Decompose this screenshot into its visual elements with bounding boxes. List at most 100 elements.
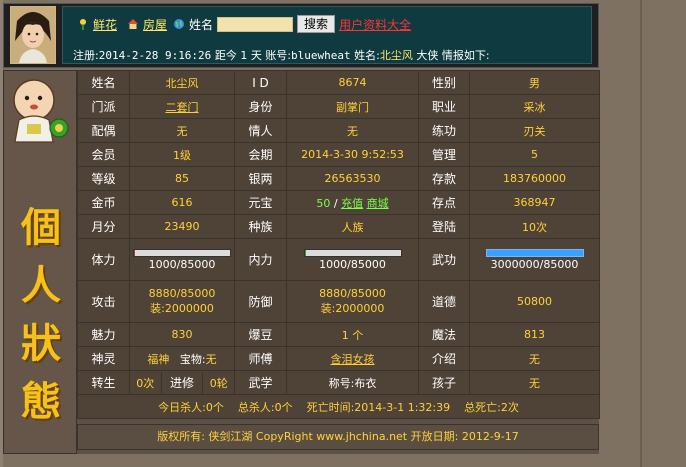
spirit-value: 福神 (147, 352, 170, 366)
search-button[interactable]: 搜索 (297, 15, 336, 33)
attack-equip: 装:2000000 (150, 302, 214, 315)
title-label: 称号: (328, 376, 355, 390)
recharge-link[interactable]: 充值 (341, 197, 363, 210)
defense-equip: 装:2000000 (320, 302, 385, 315)
total-death-label: 总死亡: (464, 400, 501, 414)
training-value: 刃关 (469, 118, 600, 143)
morality-value: 50800 (469, 280, 600, 323)
table-row: 神灵 福神 宝物:无 师傅 含泪女孩 介绍 无 (77, 346, 600, 371)
morality-label: 道德 (418, 280, 470, 323)
magic-value: 813 (469, 322, 600, 347)
rebirth-cell: 0次 进修 0轮 (129, 370, 235, 395)
treasure-label: 宝物: (179, 352, 206, 366)
table-row: 魅力 830 爆豆 1 个 魔法 813 (77, 322, 600, 347)
status-name: 北尘风 (379, 49, 413, 62)
death-time-value: 2014-3-1 1:32:39 (354, 400, 451, 414)
user-avatar (10, 6, 56, 64)
title-value: 布衣 (354, 376, 377, 390)
title-char-2: 人 (21, 262, 61, 309)
since-unit: 天 (250, 49, 262, 62)
table-row: 攻击 8880/85000 装:2000000 防御 8880/85000 装:… (77, 280, 600, 323)
mp-value: 1000/85000 (319, 257, 386, 271)
attack-base: 8880/85000 (148, 287, 216, 300)
martial-bar (485, 248, 584, 257)
defense-base: 8880/85000 (319, 287, 386, 300)
table-row: 会员 1级 会期 2014-3-30 9:52:53 管理 5 (77, 142, 600, 167)
mp-label: 内力 (234, 238, 287, 281)
name-label: 姓名 (77, 70, 130, 95)
monthly-value: 23490 (129, 214, 235, 239)
title-char-3: 狀 (21, 320, 61, 367)
level-value: 85 (129, 166, 235, 191)
table-row: 月分 23490 种族 人族 登陆 10次 (77, 214, 600, 239)
defense-label: 防御 (234, 280, 287, 323)
hp-cell: 1000/85000 (129, 238, 235, 281)
lover-label: 情人 (234, 118, 287, 143)
charm-value: 830 (129, 322, 235, 347)
profile-panel: 個 人 狀 態 姓名 北尘风 I D 8674 性别 男 门派 二套门 身份 副… (3, 70, 600, 454)
burst-value: 1 个 (286, 322, 419, 347)
globe-icon (173, 18, 185, 30)
table-row: 等级 85 银两 26563530 存款 183760000 (77, 166, 600, 191)
total-kill-value: 0个 (274, 400, 293, 414)
rebirth-label: 转生 (77, 370, 130, 395)
account-label: 账号: (265, 49, 292, 62)
registration-status: 注册:2014-2-28 9:16:26 距今 1 天 账号:bluewheat… (73, 47, 490, 63)
name-search-label: 姓名 (189, 17, 214, 32)
today-kill-label: 今日杀人: (158, 400, 206, 414)
kill-summary: 今日杀人:0个 总杀人:0个 死亡时间:2014-3-1 1:32:39 总死亡… (77, 394, 600, 419)
status-info-tail: 情报如下: (441, 49, 490, 62)
intro-value: 无 (469, 346, 600, 371)
martial-study-label: 武学 (234, 370, 287, 395)
mp-bar (303, 248, 402, 257)
flower-link[interactable]: 鲜花 (93, 16, 117, 33)
house-icon (127, 18, 139, 30)
yuanbao-label: 元宝 (234, 190, 287, 215)
title-char-1: 個 (21, 204, 61, 251)
name-search-input[interactable] (217, 16, 294, 32)
profile-table: 姓名 北尘风 I D 8674 性别 男 门派 二套门 身份 副掌门 职业 采冰… (77, 70, 600, 419)
table-row: 配偶 无 情人 无 练功 刃关 (77, 118, 600, 143)
member-value: 1级 (129, 142, 235, 167)
rebirth-subtable: 0次 进修 0轮 (130, 371, 234, 394)
shop-link[interactable]: 商城 (367, 197, 389, 210)
house-link[interactable]: 房屋 (143, 16, 167, 33)
death-time-label: 死亡时间: (306, 400, 355, 414)
training-label: 练功 (418, 118, 470, 143)
title-cell: 称号:布衣 (286, 370, 419, 395)
spirit-cell: 福神 宝物:无 (129, 346, 235, 371)
mp-cell: 1000/85000 (286, 238, 419, 281)
child-label: 孩子 (418, 370, 470, 395)
total-death-value: 2次 (500, 400, 519, 414)
master-label: 师傅 (234, 346, 287, 371)
right-background (606, 0, 686, 467)
gender-value: 男 (469, 70, 600, 95)
login-label: 登陆 (418, 214, 470, 239)
master-link[interactable]: 含泪女孩 (331, 353, 375, 366)
martial-label: 武功 (418, 238, 470, 281)
rank-label: 身份 (234, 94, 287, 119)
since-days: 1 (240, 49, 248, 62)
name-value: 北尘风 (129, 70, 235, 95)
lover-value: 无 (286, 118, 419, 143)
attack-cell: 8880/85000 装:2000000 (129, 280, 235, 323)
job-value: 采冰 (469, 94, 600, 119)
id-value: 8674 (286, 70, 419, 95)
progress-value: 0轮 (202, 371, 234, 394)
header-nav: 鲜花 房屋 姓名 搜索 用户资料大全 (77, 15, 411, 33)
sect-link[interactable]: 二套门 (166, 101, 199, 114)
status-name-label: 姓名: (354, 49, 380, 62)
all-users-link[interactable]: 用户资料大全 (339, 16, 411, 33)
table-row: 姓名 北尘风 I D 8674 性别 男 (77, 70, 600, 95)
sect-label: 门派 (77, 94, 130, 119)
martial-cell: 3000000/85000 (469, 238, 600, 281)
hp-label: 体力 (77, 238, 130, 281)
spouse-value: 无 (129, 118, 235, 143)
status-title: 大侠 (416, 49, 439, 62)
silver-label: 银两 (234, 166, 287, 191)
header-info: 鲜花 房屋 姓名 搜索 用户资料大全 注册:2014-2-28 9:16:26 … (62, 6, 592, 64)
savepoint-value: 368947 (469, 190, 600, 215)
job-label: 职业 (418, 94, 470, 119)
member-label: 会员 (77, 142, 130, 167)
treasure-value: 无 (205, 352, 217, 366)
